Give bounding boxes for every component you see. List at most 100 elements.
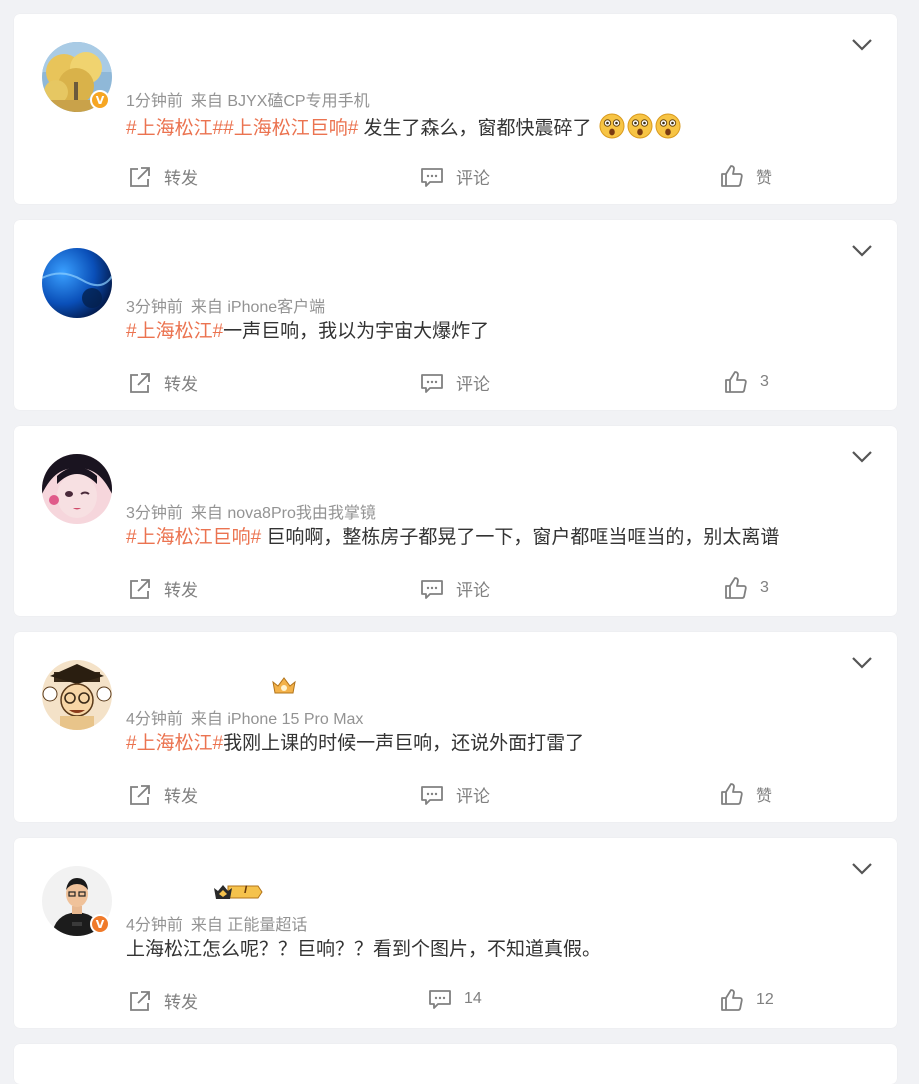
- thumbs-up-icon: [721, 165, 743, 187]
- post-card: V I 4分钟前 来自 正能量超话 上海松江怎么呢？？巨响？？看到个图片，不知道真…: [14, 838, 897, 1028]
- verified-badge-icon: V: [90, 914, 110, 934]
- post-text: 巨响啊，整栋房子都晃了一下，窗户都哐当哐当的，别太离谱: [261, 527, 780, 548]
- post-source: 来自 nova8Pro我由我掌镜: [190, 505, 376, 522]
- repost-label: 转发: [164, 169, 198, 188]
- repost-label: 转发: [164, 993, 198, 1012]
- repost-button[interactable]: 转发: [128, 370, 198, 395]
- level-crown-badge[interactable]: [212, 882, 264, 902]
- post-actions: 转发 14 12: [14, 988, 897, 1014]
- repost-label: 转发: [164, 375, 198, 394]
- comment-button[interactable]: 评论: [420, 370, 490, 395]
- repost-label: 转发: [164, 787, 198, 806]
- member-crown-icon[interactable]: [270, 676, 298, 696]
- post-text: 发生了森么，窗都快震碎了: [358, 118, 592, 139]
- like-count: 12: [756, 991, 774, 1008]
- repost-icon: [130, 578, 150, 599]
- anime-girl-avatar: [42, 454, 112, 524]
- post-time[interactable]: 4分钟前: [126, 711, 183, 728]
- post-time[interactable]: 3分钟前: [126, 299, 183, 316]
- post-actions: 转发 评论 赞: [14, 782, 897, 808]
- post-card: 3分钟前 来自 iPhone客户端 #上海松江#一声巨响，我以为宇宙大爆炸了 转发…: [14, 220, 897, 410]
- like-button[interactable]: 3: [724, 576, 769, 600]
- like-button[interactable]: 赞: [720, 164, 772, 188]
- post-card: V 1分钟前 来自 BJYX磕CP专用手机 #上海松江##上海松江巨响# 发生了森…: [14, 14, 897, 204]
- post-text: 我刚上课的时候一声巨响，还说外面打雷了: [223, 733, 585, 754]
- comment-button[interactable]: 14: [428, 988, 482, 1010]
- post-text: 一声巨响，我以为宇宙大爆炸了: [223, 321, 490, 342]
- post-content: #上海松江#我刚上课的时候一声巨响，还说外面打雷了: [126, 731, 584, 757]
- comment-label: 评论: [456, 787, 490, 806]
- like-count: 3: [760, 373, 769, 390]
- comment-button[interactable]: 评论: [420, 576, 490, 601]
- like-button[interactable]: 12: [720, 988, 774, 1012]
- chevron-down-icon[interactable]: [851, 38, 873, 52]
- post-meta: 3分钟前 来自 iPhone客户端: [126, 293, 325, 317]
- thumbs-up-icon: [725, 371, 747, 393]
- chevron-down-icon[interactable]: [851, 450, 873, 464]
- repost-label: 转发: [164, 581, 198, 600]
- like-button[interactable]: 赞: [720, 782, 772, 806]
- post-time[interactable]: 3分钟前: [126, 505, 183, 522]
- topic-tag[interactable]: #上海松江#: [126, 733, 223, 754]
- post-source: 来自 iPhone客户端: [190, 299, 326, 316]
- topic-tag[interactable]: #上海松江#: [126, 118, 223, 139]
- post-meta: 4分钟前 来自 iPhone 15 Pro Max: [126, 705, 363, 729]
- comment-label: 评论: [456, 581, 490, 600]
- comment-icon: [421, 785, 443, 805]
- topic-tag[interactable]: #上海松江巨响#: [126, 527, 261, 548]
- repost-button[interactable]: 转发: [128, 782, 198, 807]
- post-source: 来自 正能量超话: [190, 917, 308, 934]
- thumbs-up-icon: [725, 577, 747, 599]
- comment-count: 14: [464, 990, 482, 1007]
- post-time[interactable]: 1分钟前: [126, 93, 183, 110]
- topic-tag[interactable]: #上海松江#: [126, 321, 223, 342]
- chevron-down-icon[interactable]: [851, 862, 873, 876]
- repost-icon: [130, 990, 150, 1011]
- avatar[interactable]: [42, 660, 112, 730]
- comment-label: 评论: [456, 169, 490, 188]
- post-content: #上海松江##上海松江巨响# 发生了森么，窗都快震碎了: [126, 113, 681, 142]
- like-label: 赞: [756, 170, 773, 187]
- comment-icon: [429, 990, 451, 1009]
- like-label: 赞: [756, 788, 773, 805]
- post-card: 3分钟前 来自 nova8Pro我由我掌镜 #上海松江巨响# 巨响啊，整栋房子都晃…: [14, 426, 897, 616]
- repost-icon: [130, 372, 150, 393]
- shocked-emoji-icon: [627, 113, 653, 139]
- post-meta: 3分钟前 来自 nova8Pro我由我掌镜: [126, 499, 376, 523]
- post-source: 来自 iPhone 15 Pro Max: [190, 711, 364, 728]
- repost-icon: [130, 166, 150, 187]
- post-actions: 转发 评论 3: [14, 370, 897, 396]
- post-card: 4分钟前 来自 iPhone 15 Pro Max #上海松江#我刚上课的时候一声…: [14, 632, 897, 822]
- repost-button[interactable]: 转发: [128, 164, 198, 189]
- repost-button[interactable]: 转发: [128, 988, 198, 1013]
- avatar[interactable]: [42, 454, 112, 524]
- comment-button[interactable]: 评论: [420, 782, 490, 807]
- repost-button[interactable]: 转发: [128, 576, 198, 601]
- post-source: 来自 BJYX磕CP专用手机: [190, 93, 370, 110]
- comment-label: 评论: [456, 375, 490, 394]
- post-meta: 1分钟前 来自 BJYX磕CP专用手机: [126, 87, 370, 111]
- shocked-emoji-icon: [599, 113, 625, 139]
- comment-button[interactable]: 评论: [420, 164, 490, 189]
- post-actions: 转发 评论 3: [14, 576, 897, 602]
- chevron-down-icon[interactable]: [851, 656, 873, 670]
- shocked-emoji-icon: [655, 113, 681, 139]
- thumbs-up-icon: [721, 783, 743, 805]
- post-card: [14, 1044, 897, 1084]
- cartoon-scholar-avatar: [42, 660, 112, 730]
- post-actions: 转发 评论 赞: [14, 164, 897, 190]
- topic-tag[interactable]: #上海松江巨响#: [223, 118, 358, 139]
- like-button[interactable]: 3: [724, 370, 769, 394]
- post-time[interactable]: 4分钟前: [126, 917, 183, 934]
- comment-icon: [421, 167, 443, 187]
- post-content: #上海松江巨响# 巨响啊，整栋房子都晃了一下，窗户都哐当哐当的，别太离谱: [126, 525, 779, 551]
- chevron-down-icon[interactable]: [851, 244, 873, 258]
- level-badge-text: I: [244, 884, 248, 896]
- post-content: 上海松江怎么呢？？巨响？？看到个图片，不知道真假。: [126, 937, 601, 963]
- blue-water-avatar: [42, 248, 112, 318]
- verified-badge-icon: V: [90, 90, 110, 110]
- comment-icon: [421, 373, 443, 393]
- avatar[interactable]: [42, 248, 112, 318]
- post-content: #上海松江#一声巨响，我以为宇宙大爆炸了: [126, 319, 489, 345]
- thumbs-up-icon: [721, 989, 743, 1011]
